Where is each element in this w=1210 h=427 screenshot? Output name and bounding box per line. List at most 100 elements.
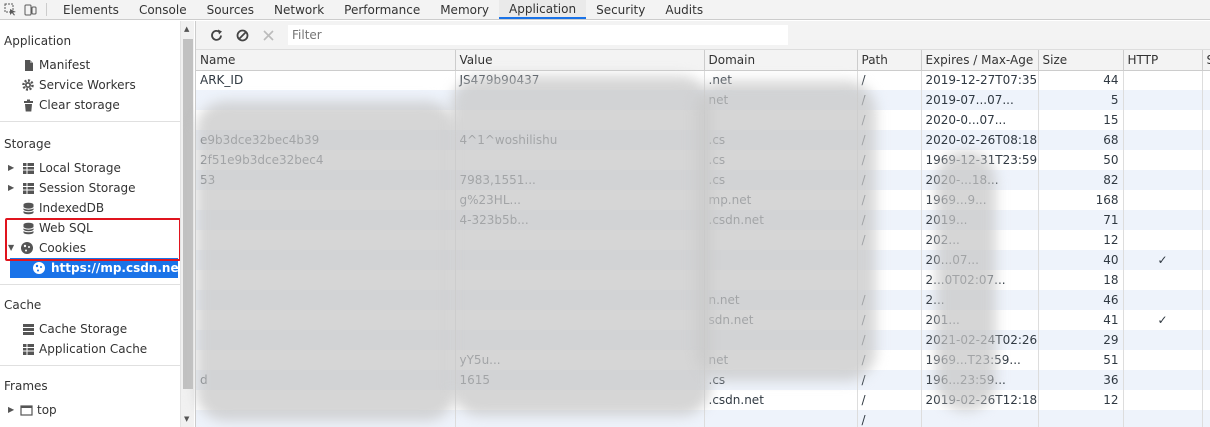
chevron-down-icon[interactable]: ▼ <box>8 238 14 258</box>
cell-secure <box>1202 190 1210 210</box>
cell-name <box>196 270 456 290</box>
cell-expires: 2...0T02:07... <box>921 270 1039 290</box>
cell-domain: .cs <box>704 150 858 170</box>
sidebar-item-web-sql[interactable]: Web SQL <box>0 218 180 238</box>
cell-size: 50 <box>1038 150 1124 170</box>
table-row[interactable]: /202... 12 <box>196 230 1210 250</box>
chevron-right-icon[interactable]: ▶ <box>8 158 14 178</box>
table-row[interactable]: .csdn.net/2019-02-26T12:18... 12 <box>196 390 1210 410</box>
tab-memory[interactable]: Memory <box>430 0 499 19</box>
tab-performance[interactable]: Performance <box>334 0 430 19</box>
cell-path: / <box>857 330 922 350</box>
sidebar-item-cookies[interactable]: ▼ Cookies <box>0 238 180 258</box>
clear-all-icon[interactable] <box>232 25 252 45</box>
cell-name <box>196 90 456 110</box>
table-row[interactable]: d 1615 .cs/196...23:59... 36 <box>196 370 1210 390</box>
sidebar-item-session-storage[interactable]: ▶ Session Storage <box>0 178 180 198</box>
inspect-element-icon[interactable] <box>0 0 20 19</box>
tab-security[interactable]: Security <box>586 0 655 19</box>
tab-elements[interactable]: Elements <box>53 0 129 19</box>
cell-path: / <box>857 70 922 90</box>
column-header-path[interactable]: Path <box>857 50 922 71</box>
sidebar-item-local-storage[interactable]: ▶ Local Storage <box>0 158 180 178</box>
stack-icon <box>22 322 35 335</box>
table-row[interactable]: /2021-02-24T02:26... 29 <box>196 330 1210 350</box>
tab-audits[interactable]: Audits <box>655 0 713 19</box>
cell-domain: sdn.net <box>704 310 858 330</box>
column-header-value[interactable]: Value <box>455 50 705 71</box>
sidebar-scrollbar[interactable]: ▲ ▼ <box>180 21 194 427</box>
chevron-right-icon[interactable]: ▶ <box>8 178 14 198</box>
cell-size: 46 <box>1038 290 1124 310</box>
table-row[interactable]: n.net/2... 46 <box>196 290 1210 310</box>
tab-console[interactable]: Console <box>129 0 197 19</box>
sidebar-item-indexeddb[interactable]: IndexedDB <box>0 198 180 218</box>
scroll-down-icon[interactable]: ▼ <box>184 415 189 423</box>
cell-http <box>1123 290 1203 310</box>
cell-domain: .cs <box>704 130 858 150</box>
sidebar-item-service-workers[interactable]: Service Workers <box>0 75 180 95</box>
table-row[interactable]: /2020-0...07... 15 <box>196 110 1210 130</box>
cell-domain: .net <box>704 70 858 90</box>
sidebar-item-cookie-origin[interactable]: https://mp.csdn.net <box>10 258 180 278</box>
tab-network[interactable]: Network <box>264 0 334 19</box>
column-header-name[interactable]: Name <box>196 50 456 71</box>
sidebar-item-application-cache[interactable]: Application Cache <box>0 339 180 359</box>
cell-expires: 2019... <box>921 210 1039 230</box>
cell-expires: 202... <box>921 230 1039 250</box>
cell-path <box>857 270 922 290</box>
table-row[interactable]: yY5u... net/1969...T23:59... 51 <box>196 350 1210 370</box>
cell-value <box>455 230 705 250</box>
table-row[interactable]: ARK_ID JS479b90437 .net/2019-12-27T07:35..… <box>196 70 1210 90</box>
table-row[interactable]: e9b3dce32bec4b39 4^1^woshilishu .cs/2020-0… <box>196 130 1210 150</box>
cell-expires: 20...07... <box>921 250 1039 270</box>
table-row[interactable]: / <box>196 410 1210 427</box>
sidebar-item-label: Clear storage <box>39 98 120 112</box>
cell-http <box>1123 170 1203 190</box>
cell-size: 51 <box>1038 350 1124 370</box>
cell-path: / <box>857 90 922 110</box>
filter-input[interactable] <box>288 25 788 45</box>
sidebar-item-manifest[interactable]: Manifest <box>0 55 180 75</box>
cell-http <box>1123 410 1203 427</box>
delete-selected-icon[interactable] <box>258 25 278 45</box>
scrollbar-thumb[interactable] <box>183 39 193 389</box>
sidebar-item-cache-storage[interactable]: Cache Storage <box>0 319 180 339</box>
cell-value <box>455 150 705 170</box>
sidebar-item-frame-top[interactable]: ▶ top <box>0 400 180 420</box>
table-row[interactable]: 20...07... 40 ✓ <box>196 250 1210 270</box>
cell-name: ARK_ID <box>196 70 456 90</box>
table-row[interactable]: 2f51e9b3dce32bec4 .cs/1969-12-31T23:59...… <box>196 150 1210 170</box>
cell-http: ✓ <box>1123 250 1203 270</box>
cell-value <box>455 330 705 350</box>
section-frames: Frames <box>4 379 48 393</box>
cell-secure <box>1202 390 1210 410</box>
device-toolbar-icon[interactable] <box>20 0 40 19</box>
table-row[interactable]: 4-323b5b... .csdn.net/2019... 71 <box>196 210 1210 230</box>
cell-domain <box>704 250 858 270</box>
cell-size: 68 <box>1038 130 1124 150</box>
table-row[interactable]: net/2019-07...07... 5 <box>196 90 1210 110</box>
tab-application[interactable]: Application <box>499 0 587 19</box>
tab-sources[interactable]: Sources <box>197 0 264 19</box>
column-header-size[interactable]: Size <box>1038 50 1124 71</box>
cell-size: 40 <box>1038 250 1124 270</box>
table-row[interactable]: 2...0T02:07... 18 <box>196 270 1210 290</box>
sidebar-item-clear-storage[interactable]: Clear storage <box>0 95 180 115</box>
cell-name <box>196 290 456 310</box>
table-row[interactable]: 53 7983,1551... .cs/2020-...18... 82 <box>196 170 1210 190</box>
column-header-http[interactable]: HTTP <box>1123 50 1203 71</box>
cell-name <box>196 410 456 427</box>
cell-path <box>857 250 922 270</box>
cell-size: 41 <box>1038 310 1124 330</box>
column-header-expires[interactable]: Expires / Max-Age <box>921 50 1039 71</box>
scroll-up-icon[interactable]: ▲ <box>184 25 189 33</box>
table-row[interactable]: sdn.net/201... 41 ✓ <box>196 310 1210 330</box>
cell-http <box>1123 270 1203 290</box>
column-header-domain[interactable]: Domain <box>704 50 858 71</box>
table-row[interactable]: g%23HL... mp.net/1969...9... 168 <box>196 190 1210 210</box>
refresh-icon[interactable] <box>206 25 226 45</box>
chevron-right-icon[interactable]: ▶ <box>8 400 14 420</box>
cell-path: / <box>857 350 922 370</box>
column-header-secure[interactable]: Se <box>1202 50 1210 71</box>
